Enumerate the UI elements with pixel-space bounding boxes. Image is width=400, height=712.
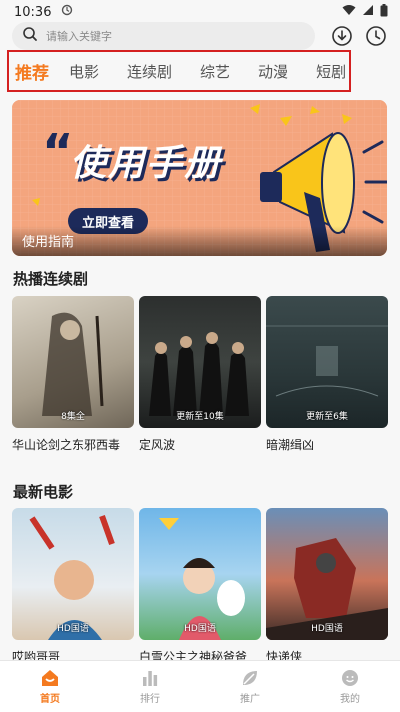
series-card[interactable]: 8集全 华山论剑之东邪西毒 (12, 296, 134, 453)
tab-series[interactable]: 连续剧 (127, 61, 172, 82)
section-title-series: 热播连续剧 (13, 270, 89, 288)
nav-ranking[interactable]: 排行 (100, 661, 200, 712)
search-input[interactable] (46, 29, 286, 43)
poster-image: 更新至6集 (266, 296, 388, 428)
tab-variety[interactable]: 综艺 (200, 61, 230, 82)
poster-image: HD国语 (266, 508, 388, 640)
svg-text:“: “ (42, 124, 74, 180)
wifi-icon (342, 4, 356, 20)
leaf-icon (243, 670, 257, 685)
search-row (0, 22, 400, 52)
poster-badge: 更新至10集 (176, 412, 224, 422)
download-button[interactable] (330, 24, 354, 48)
poster-badge: HD国语 (57, 624, 89, 634)
home-icon (42, 669, 58, 686)
poster-image: 8集全 (12, 296, 134, 428)
card-title: 暗潮缉凶 (266, 438, 315, 452)
signal-icon (362, 4, 374, 20)
tab-movies[interactable]: 电影 (69, 61, 99, 82)
banner-headline: 使用手册 (70, 143, 223, 184)
poster-image: HD国语 (139, 508, 261, 640)
card-title: 华山论剑之东邪西毒 (12, 438, 121, 452)
notification-icon (61, 4, 73, 20)
movie-card[interactable]: HD国语 白雪公主之神秘爸爸 (139, 508, 261, 665)
bottom-nav: 首页 排行 推广 我的 (0, 660, 400, 712)
banner[interactable]: “ 使用手册 立即查看 使用指南 (12, 100, 387, 256)
clock-icon (366, 26, 386, 46)
banner-caption-text: 使用指南 (22, 235, 75, 250)
history-button[interactable] (364, 24, 388, 48)
bar-chart-icon (143, 670, 158, 686)
nav-label: 排行 (140, 693, 160, 705)
tab-short-drama[interactable]: 短剧 (316, 61, 346, 82)
poster-image: 更新至10集 (139, 296, 261, 428)
battery-icon (380, 3, 388, 21)
status-time: 10:36 (14, 4, 52, 20)
card-title: 定风波 (139, 438, 176, 452)
poster-badge: 8集全 (61, 412, 85, 422)
status-bar: 10:36 (0, 0, 400, 24)
nav-label: 首页 (40, 693, 60, 705)
nav-promote[interactable]: 推广 (200, 661, 300, 712)
nav-label: 推广 (240, 693, 260, 705)
section-title-movies: 最新电影 (13, 483, 74, 501)
tab-recommend[interactable]: 推荐 (15, 59, 49, 84)
download-icon (332, 26, 352, 46)
movie-card[interactable]: HD国语 快递侠 (266, 508, 388, 665)
tab-anime[interactable]: 动漫 (258, 61, 288, 82)
profile-icon (342, 669, 358, 686)
banner-caption: 使用指南 (12, 226, 387, 256)
poster-image: HD国语 (12, 508, 134, 640)
series-card[interactable]: 更新至6集 暗潮缉凶 (266, 296, 388, 453)
search-box[interactable] (12, 22, 315, 50)
poster-badge: 更新至6集 (306, 412, 348, 422)
movie-card[interactable]: HD国语 哎哟哥哥 (12, 508, 134, 665)
poster-badge: HD国语 (311, 624, 343, 634)
poster-badge: HD国语 (184, 624, 216, 634)
nav-home[interactable]: 首页 (0, 661, 100, 712)
nav-profile[interactable]: 我的 (300, 661, 400, 712)
category-tabs: 推荐 电影 连续剧 综艺 动漫 短剧 (7, 50, 351, 92)
nav-label: 我的 (340, 693, 360, 705)
search-icon (22, 26, 38, 46)
series-card[interactable]: 更新至10集 定风波 (139, 296, 261, 453)
